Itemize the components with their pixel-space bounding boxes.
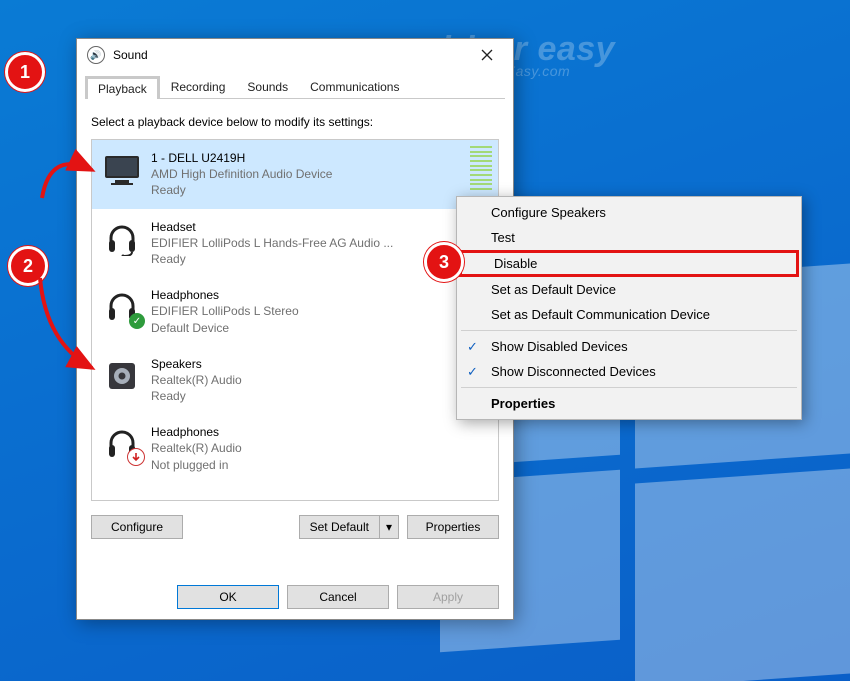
level-meter xyxy=(470,146,492,190)
default-check-icon: ✓ xyxy=(129,313,145,329)
unplugged-arrow-icon xyxy=(127,448,145,466)
apply-button[interactable]: Apply xyxy=(397,585,499,609)
device-subtitle: EDIFIER LolliPods L Stereo xyxy=(151,303,299,319)
device-subtitle: EDIFIER LolliPods L Hands-Free AG Audio … xyxy=(151,235,393,251)
list-button-row: Configure Set Default ▾ Properties xyxy=(91,515,499,539)
configure-button[interactable]: Configure xyxy=(91,515,183,539)
device-subtitle: AMD High Definition Audio Device xyxy=(151,166,332,182)
menu-show-disabled[interactable]: ✓Show Disabled Devices xyxy=(459,334,799,359)
menu-configure-speakers[interactable]: Configure Speakers xyxy=(459,200,799,225)
annotation-circle-2: 2 xyxy=(8,246,48,286)
device-name: Headset xyxy=(151,219,393,235)
sound-icon: 🔊 xyxy=(87,46,105,64)
menu-test[interactable]: Test xyxy=(459,225,799,250)
set-default-split-button[interactable]: Set Default ▾ xyxy=(299,515,399,539)
window-title: Sound xyxy=(113,48,148,62)
close-icon xyxy=(481,49,493,61)
tab-content: Select a playback device below to modify… xyxy=(77,99,513,539)
desktop-background: driver easywww.DriverEasy.com 🔊 Sound Pl… xyxy=(0,0,850,681)
menu-properties[interactable]: Properties xyxy=(459,391,799,416)
headphones-icon xyxy=(103,426,141,462)
tab-recording[interactable]: Recording xyxy=(160,76,237,99)
context-menu: Configure Speakers Test Disable Set as D… xyxy=(456,196,802,420)
set-default-label: Set Default xyxy=(300,516,379,538)
device-name: Speakers xyxy=(151,356,242,372)
menu-disable[interactable]: Disable xyxy=(459,250,799,277)
annotation-circle-3: 3 xyxy=(424,242,464,282)
monitor-icon xyxy=(103,152,141,188)
tab-sounds[interactable]: Sounds xyxy=(236,76,299,99)
sound-dialog: 🔊 Sound Playback Recording Sounds Commun… xyxy=(76,38,514,620)
device-status: Not plugged in xyxy=(151,457,242,473)
menu-separator xyxy=(461,330,797,331)
tab-communications[interactable]: Communications xyxy=(299,76,410,99)
ok-button[interactable]: OK xyxy=(177,585,279,609)
chevron-down-icon[interactable]: ▾ xyxy=(379,516,398,538)
headphones-icon: ✓ xyxy=(103,289,141,325)
menu-set-default-comm-device[interactable]: Set as Default Communication Device xyxy=(459,302,799,327)
device-list[interactable]: 1 - DELL U2419H AMD High Definition Audi… xyxy=(91,139,499,501)
device-status: Ready xyxy=(151,182,332,198)
close-button[interactable] xyxy=(467,41,507,69)
cancel-button[interactable]: Cancel xyxy=(287,585,389,609)
instruction-text: Select a playback device below to modify… xyxy=(91,115,499,129)
tab-strip: Playback Recording Sounds Communications xyxy=(85,75,505,99)
checkmark-icon: ✓ xyxy=(467,364,478,380)
device-subtitle: Realtek(R) Audio xyxy=(151,372,242,388)
speakers-icon xyxy=(103,358,141,394)
annotation-circle-1: 1 xyxy=(5,52,45,92)
device-name: Headphones xyxy=(151,424,242,440)
checkmark-icon: ✓ xyxy=(467,339,478,355)
device-headphones-edifier[interactable]: ✓ Headphones EDIFIER LolliPods L Stereo … xyxy=(92,277,498,346)
device-status: Default Device xyxy=(151,320,299,336)
device-speakers[interactable]: Speakers Realtek(R) Audio Ready xyxy=(92,346,498,415)
device-name: Headphones xyxy=(151,287,299,303)
menu-separator xyxy=(461,387,797,388)
device-status: Ready xyxy=(151,388,242,404)
properties-button[interactable]: Properties xyxy=(407,515,499,539)
menu-show-disconnected[interactable]: ✓Show Disconnected Devices xyxy=(459,359,799,384)
title-bar[interactable]: 🔊 Sound xyxy=(77,39,513,71)
device-status: Ready xyxy=(151,251,393,267)
menu-set-default-device[interactable]: Set as Default Device xyxy=(459,277,799,302)
device-subtitle: Realtek(R) Audio xyxy=(151,440,242,456)
device-headphones-realtek[interactable]: Headphones Realtek(R) Audio Not plugged … xyxy=(92,414,498,483)
headset-icon xyxy=(103,221,141,257)
dialog-button-row: OK Cancel Apply xyxy=(177,585,499,609)
device-dell-monitor[interactable]: 1 - DELL U2419H AMD High Definition Audi… xyxy=(92,140,498,209)
device-name: 1 - DELL U2419H xyxy=(151,150,332,166)
tab-playback[interactable]: Playback xyxy=(85,76,160,99)
